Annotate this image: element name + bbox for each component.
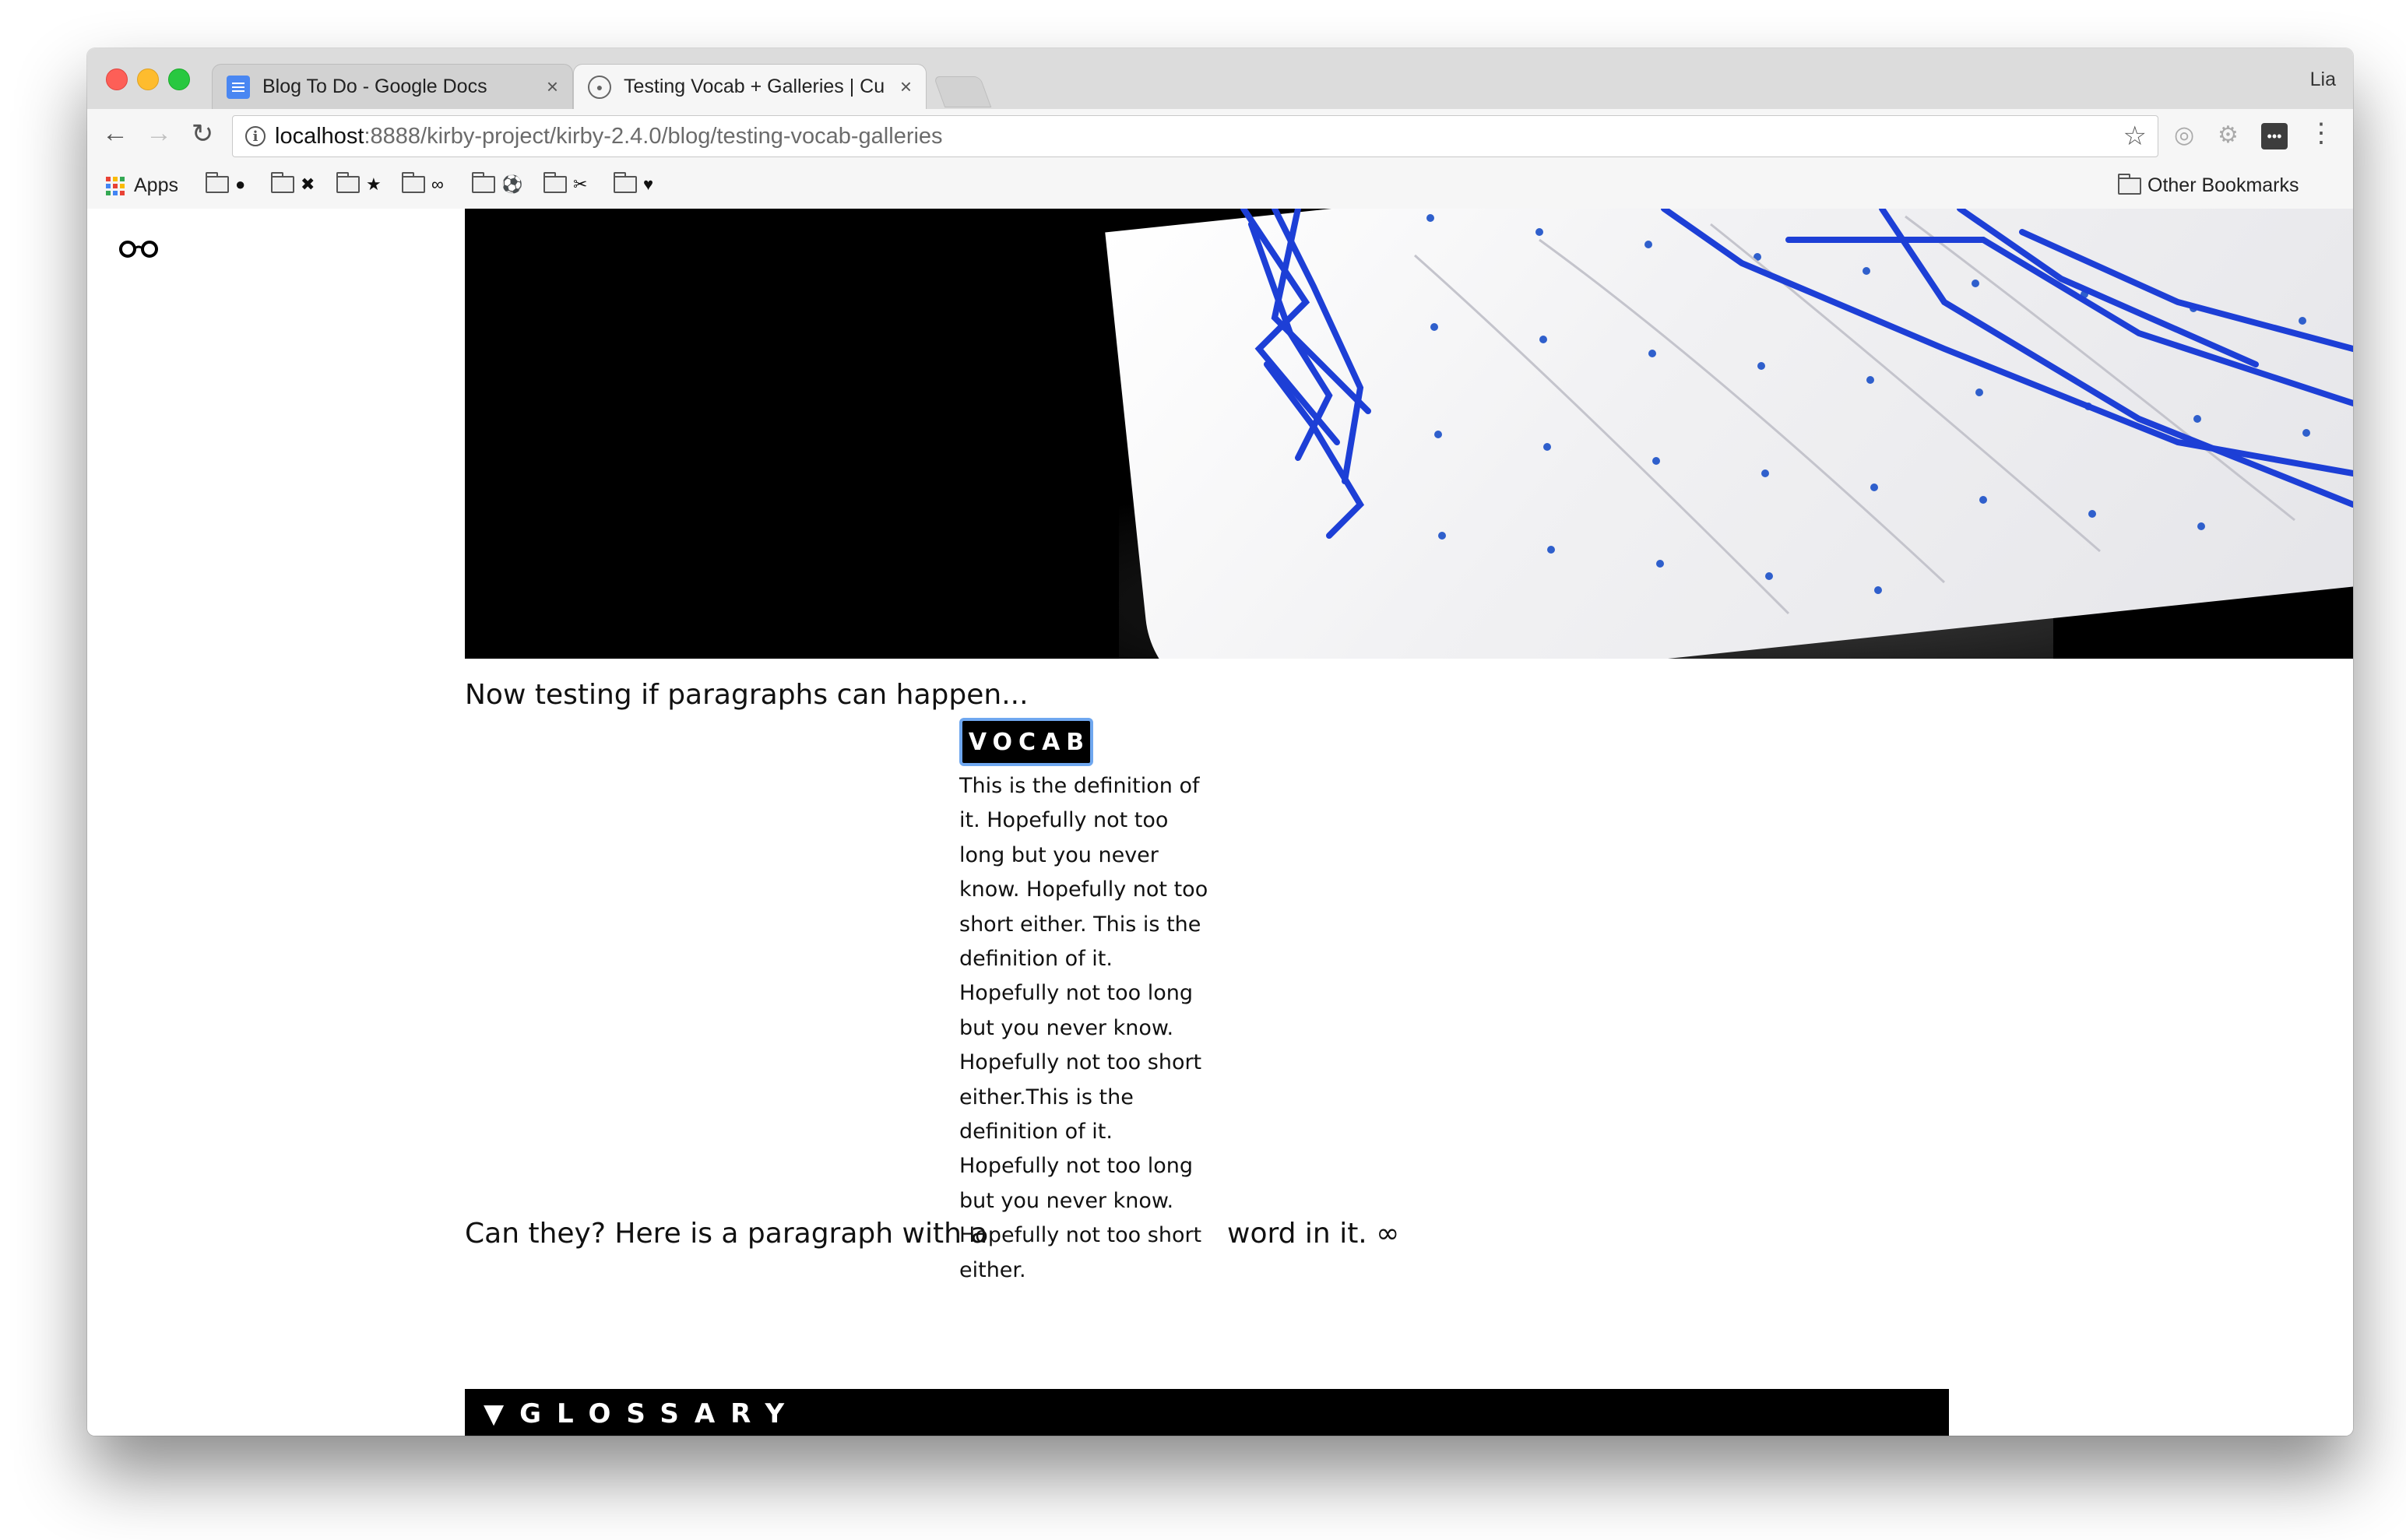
extension-circle-icon[interactable]: ◎ [2174,121,2194,149]
toolbar: ← → ↻ i localhost:8888/kirby-project/kir… [87,109,2353,165]
glasses-icon [119,241,158,258]
bookmark-folder-star[interactable]: ★ [336,172,382,195]
paragraph-2-end: word in it. ∞ [1227,1218,1399,1250]
bookmarks-bar: Apps ● ✖ ★ ∞ ⚽ ✂ ♥ Other Bookmarks [87,165,2353,209]
tab-title: Blog To Do - Google Docs [262,76,487,97]
heart-icon: ♥ [643,174,654,194]
close-icon[interactable]: × [547,75,558,99]
bookmark-folder-scissors[interactable]: ✂ [543,172,588,195]
paragraph-2-end-text: word in it. [1227,1218,1367,1250]
bookmark-folder-dot[interactable]: ● [206,172,246,195]
apps-grid-icon [106,176,125,195]
title-bar: Blog To Do - Google Docs × ● Testing Voc… [87,48,2353,110]
minimize-window-button[interactable] [137,69,159,90]
glasses-icon: ∞ [431,174,444,194]
bookmark-folder-glasses[interactable]: ∞ [402,172,444,195]
folder-icon [614,172,637,193]
vocab-definition-popup: This is the definition of it. Hopefully … [959,774,1208,1282]
info-icon[interactable]: i [245,126,266,146]
tab-blog-to-do[interactable]: Blog To Do - Google Docs × [212,64,573,109]
bookmark-other[interactable]: Other Bookmarks [2118,173,2299,197]
folder-icon [206,172,229,193]
glasses-logo-icon[interactable] [118,230,159,266]
url-path: :8888/kirby-project/kirby-2.4.0/blog/tes… [364,123,943,149]
extension-gear-icon[interactable]: ⚙ [2218,121,2239,149]
bookmark-folder-heart[interactable]: ♥ [614,172,654,195]
bookmark-label: Other Bookmarks [2147,174,2299,196]
folder-icon [2118,173,2141,195]
glasses-inline-icon: ∞ [1376,1218,1400,1250]
page-content: Now testing if paragraphs can happen... … [87,209,2353,1436]
star-icon: ★ [366,174,382,194]
new-tab-button[interactable] [933,76,992,107]
close-window-button[interactable] [106,69,128,90]
menu-icon[interactable]: ⋮ [2308,120,2334,146]
address-bar[interactable]: i localhost:8888/kirby-project/kirby-2.4… [232,115,2158,157]
bookmark-apps[interactable]: Apps [106,174,178,197]
tab-title: Testing Vocab + Galleries | Cu [624,76,885,97]
dot-icon: ● [235,174,246,194]
paragraph-2-start: Can they? Here is a paragraph with a [465,1218,988,1250]
folder-icon [271,172,294,193]
forward-arrow-icon[interactable]: → [142,118,176,149]
bookmark-label: Apps [134,174,178,196]
tab-testing-vocab[interactable]: ● Testing Vocab + Galleries | Cu × [573,64,927,109]
hero-image [465,209,2353,659]
bookmark-star-icon[interactable]: ☆ [2123,121,2147,152]
reload-icon[interactable]: ↻ [185,118,220,149]
github-icon: ● [588,75,611,99]
browser-window: Blog To Do - Google Docs × ● Testing Voc… [87,48,2353,1436]
folder-icon [543,172,567,193]
glossary-toggle[interactable]: ▼GLOSSARY [465,1389,1949,1436]
scissors-icon: ✂ [573,174,588,194]
folder-icon [472,172,495,193]
folder-icon [336,172,360,193]
close-icon[interactable]: × [900,75,912,99]
profile-name[interactable]: Lia [2310,69,2336,91]
x-icon: ✖ [301,174,315,194]
bookmark-folder-x[interactable]: ✖ [271,172,315,195]
bookmark-folder-ball[interactable]: ⚽ [472,172,523,195]
google-docs-icon [227,75,250,99]
url-host: localhost [275,123,364,149]
zoom-window-button[interactable] [168,69,190,90]
paragraph-1: Now testing if paragraphs can happen... [465,679,1029,711]
vocab-term-button[interactable]: VOCAB [959,718,1093,766]
paper-drawing-image [1240,209,2353,615]
extension-dots-icon[interactable]: ••• [2261,123,2288,149]
folder-icon [402,172,425,193]
soccer-ball-icon: ⚽ [501,174,523,194]
back-arrow-icon[interactable]: ← [98,118,132,149]
